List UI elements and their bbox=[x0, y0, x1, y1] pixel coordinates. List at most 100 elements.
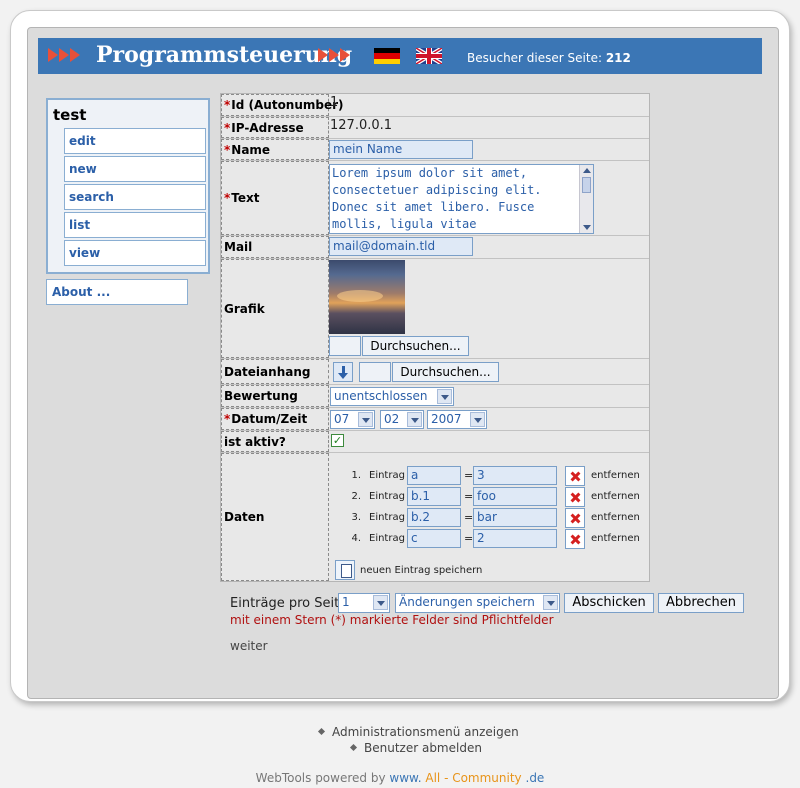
equals-sign: = bbox=[464, 490, 474, 503]
field-label-text: Name bbox=[231, 142, 271, 157]
credits-tld[interactable]: .de bbox=[526, 771, 545, 785]
scroll-up-icon[interactable] bbox=[583, 168, 591, 173]
name-input[interactable]: mein Name bbox=[329, 140, 473, 159]
credits-community[interactable]: All - Community bbox=[425, 771, 521, 785]
about-link[interactable]: About ... bbox=[46, 279, 188, 305]
grafik-browse-button[interactable]: Durchsuchen... bbox=[362, 336, 469, 356]
data-entry-row: 3. Eintrag b.2 = bar entfernen bbox=[329, 508, 649, 528]
attachment-file-input[interactable] bbox=[359, 362, 391, 382]
field-label: Dateianhang bbox=[221, 359, 329, 384]
action-select[interactable]: Änderungen speichern bbox=[395, 593, 560, 613]
data-entry-row: 1. Eintrag a = 3 entfernen bbox=[329, 466, 649, 486]
active-checkbox[interactable]: ✓ bbox=[331, 434, 344, 447]
german-flag-icon[interactable] bbox=[374, 48, 400, 64]
remove-label[interactable]: entfernen bbox=[591, 512, 640, 523]
remove-icon[interactable] bbox=[565, 466, 585, 486]
sidebar-item-list[interactable]: list bbox=[64, 212, 206, 238]
scroll-thumb[interactable] bbox=[582, 177, 591, 193]
remove-label[interactable]: entfernen bbox=[591, 533, 640, 544]
remove-label[interactable]: entfernen bbox=[591, 491, 640, 502]
textarea-line: consectetuer adipiscing elit. bbox=[332, 183, 542, 197]
logout-text: Benutzer abmelden bbox=[364, 741, 482, 755]
field-label-text: IP-Adresse bbox=[231, 120, 304, 135]
form-row-mail: Mail mail@domain.tld bbox=[221, 236, 649, 259]
submit-button[interactable]: Abschicken bbox=[564, 593, 654, 613]
mail-input[interactable]: mail@domain.tld bbox=[329, 237, 473, 256]
sidebar-menu: test edit new search list view bbox=[46, 98, 210, 274]
english-flag-icon[interactable] bbox=[416, 48, 442, 64]
preview-image bbox=[329, 260, 405, 334]
form-row-text: * Text Lorem ipsum dolor sit amet, consec… bbox=[221, 161, 649, 236]
entry-value-input[interactable]: bar bbox=[473, 508, 557, 527]
sidebar-item-view[interactable]: view bbox=[64, 240, 206, 266]
remove-icon[interactable] bbox=[565, 508, 585, 528]
field-label: ist aktiv? bbox=[221, 431, 329, 452]
entry-key-input[interactable]: b.2 bbox=[407, 508, 461, 527]
month-select[interactable]: 02 bbox=[380, 410, 424, 429]
grafik-file-input[interactable] bbox=[329, 336, 361, 356]
entry-key-input[interactable]: b.1 bbox=[407, 487, 461, 506]
field-label-text: Id (Autonumber) bbox=[231, 98, 344, 112]
triple-arrow-icon bbox=[48, 48, 80, 62]
form-row-ip: * IP-Adresse 127.0.0.1 bbox=[221, 117, 649, 139]
field-label: * Id (Autonumber) bbox=[221, 94, 344, 116]
form-row-name: * Name mein Name bbox=[221, 139, 649, 161]
form-row-active: ist aktiv? ✓ bbox=[221, 431, 649, 453]
rating-field-cell: unentschlossen bbox=[329, 385, 649, 407]
entry-value-input[interactable]: foo bbox=[473, 487, 557, 506]
year-select[interactable]: 2007 bbox=[427, 410, 487, 429]
entry-value-input[interactable]: 2 bbox=[473, 529, 557, 548]
day-select[interactable]: 07 bbox=[330, 410, 375, 429]
entry-key-input[interactable]: a bbox=[407, 466, 461, 485]
sidebar-item-edit[interactable]: edit bbox=[64, 128, 206, 154]
record-form: * Id (Autonumber) 1 * IP-Adresse 127.0.0.1… bbox=[220, 93, 650, 582]
remove-label[interactable]: entfernen bbox=[591, 470, 640, 481]
admin-menu-link[interactable]: Administrationsmenü anzeigen bbox=[317, 725, 519, 739]
download-icon[interactable] bbox=[333, 362, 353, 382]
visitor-counter: Besucher dieser Seite: 212 bbox=[467, 51, 631, 65]
page-title: Programmsteuerung bbox=[96, 42, 353, 68]
textarea-scrollbar[interactable] bbox=[579, 165, 593, 233]
text-field-cell: Lorem ipsum dolor sit amet, consectetuer… bbox=[329, 161, 649, 235]
sidebar-item-new[interactable]: new bbox=[64, 156, 206, 182]
equals-sign: = bbox=[464, 532, 474, 545]
sidebar-item-search[interactable]: search bbox=[64, 184, 206, 210]
entry-label: Eintrag bbox=[369, 470, 405, 481]
attachment-field-cell: Durchsuchen... bbox=[329, 359, 649, 384]
text-textarea[interactable]: Lorem ipsum dolor sit amet, consectetuer… bbox=[329, 164, 594, 234]
field-label: * Datum/Zeit bbox=[221, 408, 329, 430]
entry-key-input[interactable]: c bbox=[407, 529, 461, 548]
entry-number: 2. bbox=[351, 491, 361, 502]
per-page-select[interactable]: 1 bbox=[338, 593, 390, 613]
logout-link[interactable]: Benutzer abmelden bbox=[349, 741, 482, 755]
next-link[interactable]: weiter bbox=[230, 639, 268, 653]
credits-www[interactable]: www. bbox=[389, 771, 421, 785]
entry-value-input[interactable]: 3 bbox=[473, 466, 557, 485]
field-label: Mail bbox=[221, 236, 329, 258]
name-field-cell: mein Name bbox=[329, 139, 649, 160]
save-entry-icon[interactable] bbox=[335, 560, 355, 580]
visitor-label: Besucher dieser Seite: bbox=[467, 51, 602, 65]
scroll-down-icon[interactable] bbox=[583, 225, 591, 230]
entry-number: 4. bbox=[351, 533, 361, 544]
entry-label: Eintrag bbox=[369, 512, 405, 523]
bullet-icon bbox=[317, 727, 326, 736]
day-select-value: 07 bbox=[334, 412, 350, 426]
rating-select[interactable]: unentschlossen bbox=[330, 387, 454, 406]
required-marker: * bbox=[224, 142, 231, 157]
per-page-value: 1 bbox=[342, 595, 350, 609]
attachment-browse-button[interactable]: Durchsuchen... bbox=[392, 362, 499, 382]
required-marker: * bbox=[224, 191, 231, 205]
form-row-grafik: Grafik Durchsuchen... bbox=[221, 259, 649, 359]
data-entry-row: 2. Eintrag b.1 = foo entfernen bbox=[329, 487, 649, 507]
form-row-datetime: * Datum/Zeit 07 02 2007 bbox=[221, 408, 649, 431]
remove-icon[interactable] bbox=[565, 529, 585, 549]
sidebar-title: test bbox=[53, 106, 87, 124]
active-field-cell: ✓ bbox=[329, 431, 649, 452]
field-label: Daten bbox=[221, 453, 329, 581]
save-entry-label[interactable]: neuen Eintrag speichern bbox=[360, 565, 482, 576]
cancel-button[interactable]: Abbrechen bbox=[658, 593, 744, 613]
field-label: * Text bbox=[221, 161, 329, 235]
triple-arrow-icon bbox=[318, 48, 350, 62]
remove-icon[interactable] bbox=[565, 487, 585, 507]
